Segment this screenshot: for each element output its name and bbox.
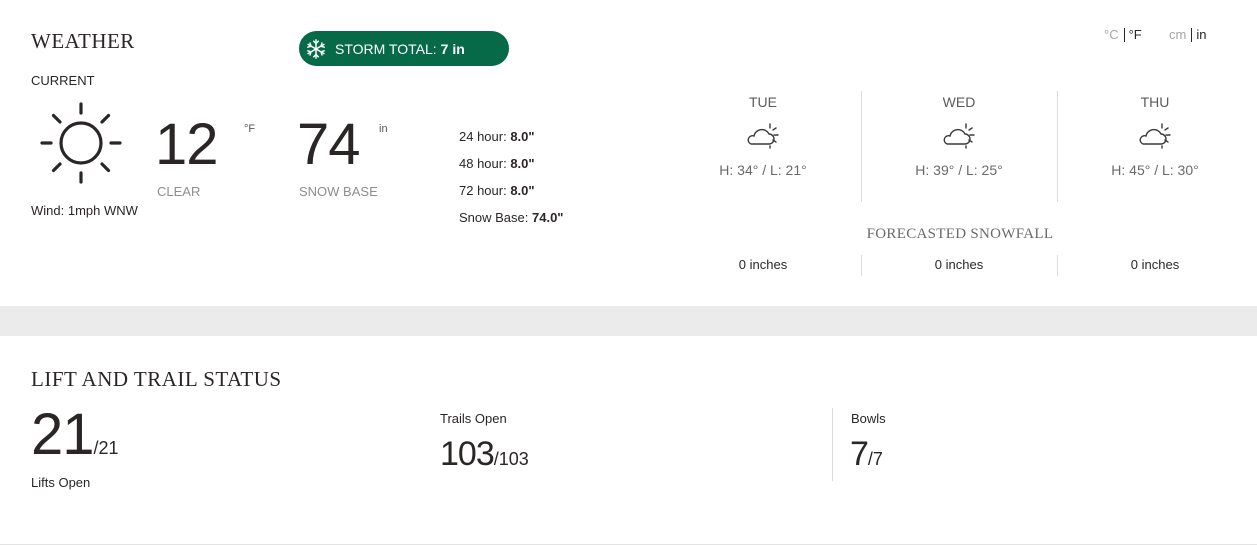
snow-base-label: SNOW BASE xyxy=(299,184,378,199)
current-condition: CLEAR xyxy=(157,184,201,199)
temperature-unit: °F xyxy=(244,123,256,135)
snowfall-base: Snow Base: 74.0" xyxy=(459,204,563,231)
weather-title: WEATHER xyxy=(31,29,135,53)
storm-total-badge: STORM TOTAL: 7 in xyxy=(299,31,509,66)
bowls-open-value: 7 xyxy=(850,435,869,473)
forecast-day-wed: WED H: 39° / L: 25° xyxy=(861,92,1057,178)
sun-icon xyxy=(40,102,122,184)
cm-option[interactable]: cm xyxy=(1169,27,1186,42)
lift-trail-status-section: LIFT AND TRAIL STATUS 21/21 Lifts Open T… xyxy=(0,336,1257,544)
forecast-day-name: TUE xyxy=(749,94,777,110)
fahrenheit-option[interactable]: °F xyxy=(1129,27,1142,42)
celsius-option[interactable]: °C xyxy=(1104,27,1119,42)
snowfall-value: 74.0" xyxy=(532,210,564,225)
partly-cloudy-icon xyxy=(943,123,975,149)
trails-open-count: 103/103 xyxy=(440,437,529,471)
weather-section: WEATHER STORM TOTAL: 7 in °C °F cm in CU… xyxy=(0,0,1257,306)
snowfall-label: 72 hour: xyxy=(459,183,507,198)
snowfall-72h: 72 hour: 8.0" xyxy=(459,177,563,204)
bowls-label: Bowls xyxy=(851,411,886,426)
current-temperature: 12 xyxy=(155,112,219,177)
forecast-day-tue: TUE H: 34° / L: 21° xyxy=(665,92,861,178)
snowfall-label: 24 hour: xyxy=(459,129,507,144)
section-separator xyxy=(0,306,1257,336)
forecast-high-low: H: 45° / L: 30° xyxy=(1111,162,1199,178)
snowfall-value: 8.0" xyxy=(510,183,535,198)
forecast-day-name: THU xyxy=(1140,94,1170,110)
unit-divider xyxy=(1191,27,1193,42)
stat-divider xyxy=(832,408,833,481)
current-label: CURRENT xyxy=(31,73,95,88)
trails-total: /103 xyxy=(493,449,529,469)
unit-divider xyxy=(1123,27,1125,42)
lifts-open-count: 21/21 xyxy=(31,406,119,464)
forecast-day-name: WED xyxy=(942,94,976,110)
snowfall-48h: 48 hour: 8.0" xyxy=(459,150,563,177)
snow-base-value: 74 xyxy=(297,112,361,177)
forecast-snowfall-thu: 0 inches xyxy=(1130,257,1180,272)
inch-option[interactable]: in xyxy=(1196,27,1206,42)
forecast-snowfall-wed: 0 inches xyxy=(934,257,984,272)
snowfall-label: 48 hour: xyxy=(459,156,507,171)
snowfall-value: 8.0" xyxy=(510,156,535,171)
forecast-high-low: H: 34° / L: 21° xyxy=(719,162,807,178)
storm-total-label: STORM TOTAL: xyxy=(335,40,437,57)
trails-open-label: Trails Open xyxy=(440,411,507,426)
forecasted-snowfall-title: FORECASTED SNOWFALL xyxy=(866,226,1054,242)
snowfall-value: 8.0" xyxy=(510,129,535,144)
lift-status-title: LIFT AND TRAIL STATUS xyxy=(31,367,282,391)
snowfall-history: 24 hour: 8.0" 48 hour: 8.0" 72 hour: 8.0… xyxy=(459,123,563,231)
forecast-high-low: H: 39° / L: 25° xyxy=(915,162,1003,178)
partly-cloudy-icon xyxy=(1139,123,1171,149)
snowfall-24h: 24 hour: 8.0" xyxy=(459,123,563,150)
storm-total-value: 7 in xyxy=(440,40,465,57)
bowls-total: /7 xyxy=(867,449,883,469)
trails-open-value: 103 xyxy=(440,435,495,473)
lifts-open-label: Lifts Open xyxy=(31,475,91,490)
forecast-day-thu: THU H: 45° / L: 30° xyxy=(1057,92,1253,178)
lifts-total: /21 xyxy=(93,438,119,458)
partly-cloudy-icon xyxy=(747,123,779,149)
snowfall-label: Snow Base: xyxy=(459,210,529,225)
lifts-open-value: 21 xyxy=(31,402,95,467)
snowflake-icon xyxy=(307,38,325,59)
temperature-unit-toggle: °C °F xyxy=(1104,27,1142,42)
bowls-open-count: 7/7 xyxy=(850,437,883,471)
wind-info: Wind: 1mph WNW xyxy=(31,203,138,218)
length-unit-toggle: cm in xyxy=(1169,27,1206,42)
snow-base-unit: in xyxy=(379,123,388,135)
forecast-snowfall-tue: 0 inches xyxy=(738,257,788,272)
